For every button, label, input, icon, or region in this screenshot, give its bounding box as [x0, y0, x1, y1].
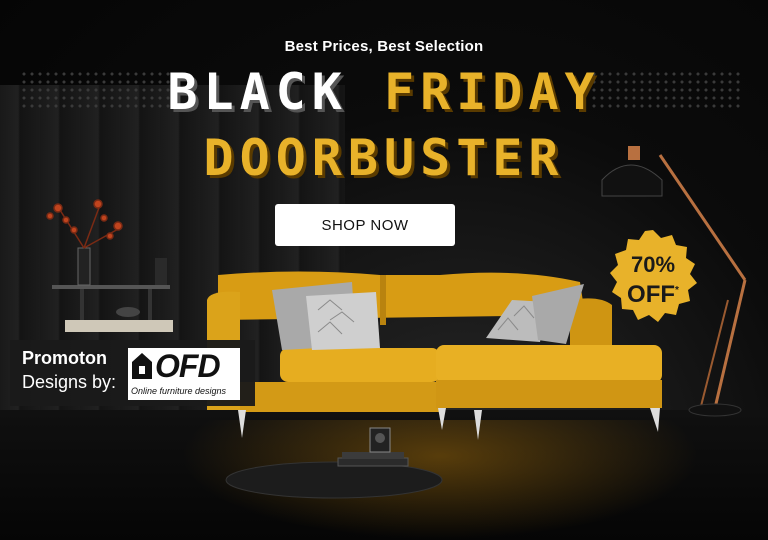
house-logo-icon	[132, 353, 152, 379]
red-plant	[46, 199, 123, 249]
badge-off-label: OFF*	[605, 278, 701, 308]
round-rug	[225, 461, 443, 499]
headline-line-1: BLACK FRIDAY	[0, 62, 768, 122]
badge-asterisk: *	[675, 285, 679, 296]
books-and-camera	[337, 427, 409, 467]
discount-badge: 70% OFF*	[605, 252, 701, 308]
badge-off-text: OFF	[627, 281, 676, 308]
headline-word-friday: FRIDAY	[384, 63, 601, 121]
mustard-sofa	[207, 271, 662, 440]
logo-subtitle: Online furniture designs	[131, 386, 227, 396]
shop-now-button[interactable]: SHOP NOW	[275, 204, 455, 246]
promo-line-2: Designs by:	[22, 372, 117, 392]
console-table	[52, 247, 173, 332]
badge-percent: 70%	[630, 252, 676, 277]
headline-word-black: BLACK	[167, 63, 348, 121]
promo-line-1: Promoton	[22, 348, 107, 368]
logo-text: OFD	[155, 348, 221, 384]
black-friday-banner: Best Prices, Best Selection BLACK FRIDAY…	[0, 0, 768, 540]
tagline: Best Prices, Best Selection	[284, 38, 484, 55]
headline-line-2: DOORBUSTER	[203, 129, 565, 187]
